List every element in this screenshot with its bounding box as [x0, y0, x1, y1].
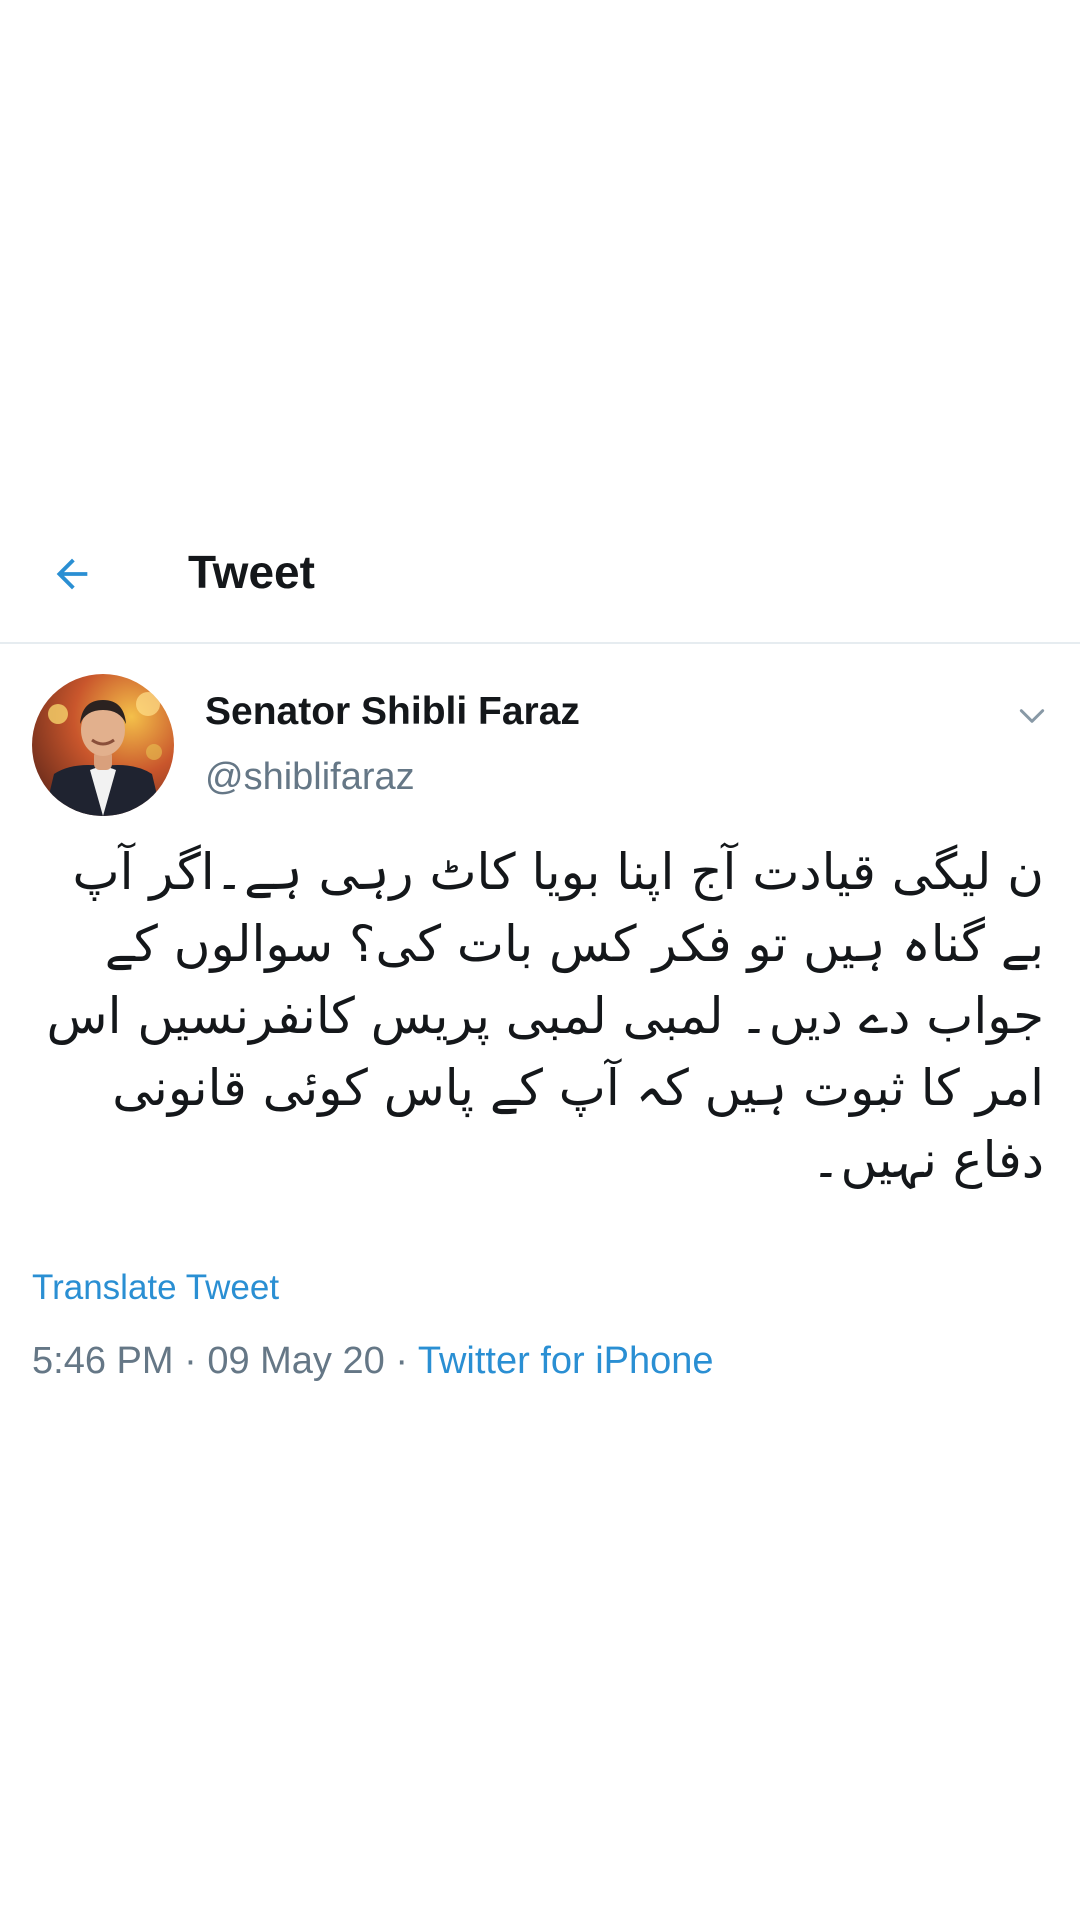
- meta-separator: ·: [384, 1340, 418, 1382]
- top-app-bar: Tweet: [0, 500, 1080, 644]
- meta-separator: ·: [173, 1340, 208, 1382]
- tweet-time: 5:46 PM: [32, 1340, 174, 1382]
- tweet-source-link[interactable]: Twitter for iPhone: [418, 1340, 714, 1382]
- tweet-metadata: 5:46 PM · 09 May 20 · Twitter for iPhone: [32, 1340, 714, 1383]
- author-name[interactable]: Senator Shibli Faraz: [205, 690, 580, 734]
- avatar[interactable]: [32, 674, 174, 816]
- back-button[interactable]: [40, 542, 104, 606]
- page-title: Tweet: [188, 546, 315, 598]
- tweet-menu-button[interactable]: [1008, 692, 1056, 740]
- chevron-down-icon: [1019, 709, 1045, 723]
- tweet-text: ن لیگی قیادت آج اپنا بویا کاٹ رہی ہے۔اگر…: [46, 843, 1044, 1189]
- tweet-date: 09 May 20: [207, 1340, 385, 1382]
- arrow-left-icon: [56, 558, 88, 590]
- translate-tweet-link[interactable]: Translate Tweet: [32, 1268, 279, 1308]
- author-handle[interactable]: @shiblifaraz: [205, 756, 415, 799]
